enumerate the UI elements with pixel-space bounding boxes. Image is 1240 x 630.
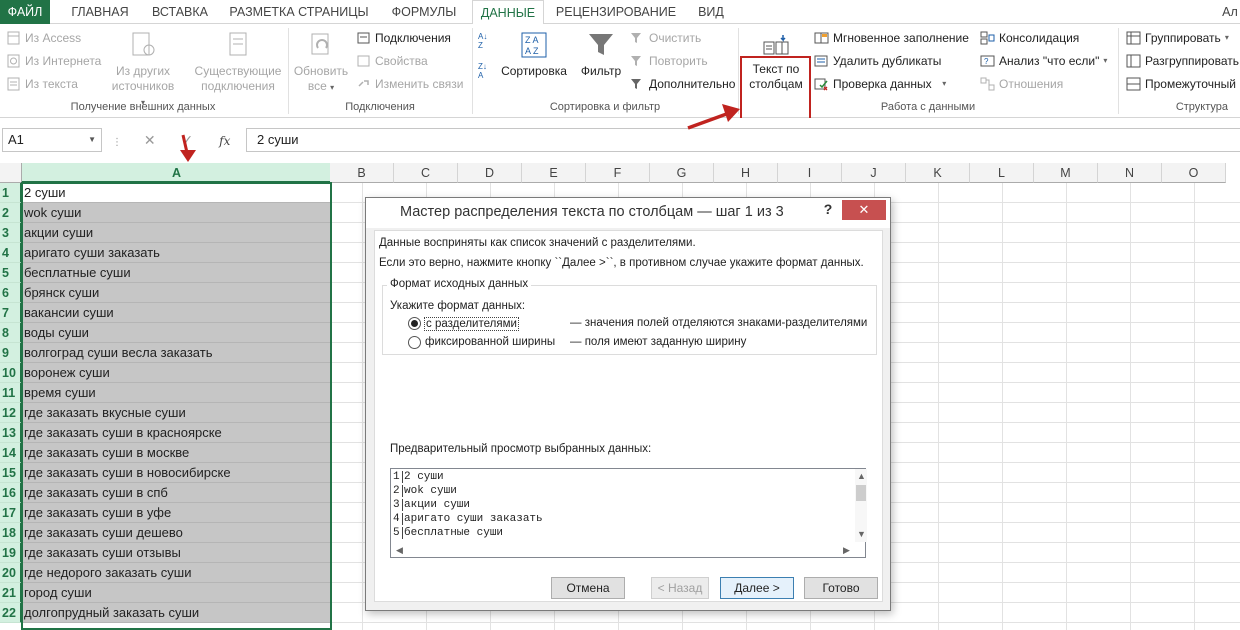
close-button[interactable]: ✕ [842, 200, 886, 220]
data-preview[interactable]: 12 суши 2 wok суши 3 акции суши 4 аригато суши… [390, 468, 867, 558]
scroll-thumb[interactable] [856, 485, 866, 501]
dialog-title: Мастер распределения текста по столбцам … [400, 204, 784, 220]
scroll-left-icon[interactable]: ◀ [396, 545, 403, 556]
preview-line-text: wok суши [404, 485, 457, 497]
preview-line-number: 5 [393, 527, 403, 539]
text-to-columns-wizard-dialog: Мастер распределения текста по столбцам … [365, 197, 891, 611]
scroll-right-icon[interactable]: ▶ [843, 545, 850, 556]
specify-format-label: Укажите формат данных: [390, 300, 526, 312]
fixed-width-label[interactable]: фиксированной ширины [425, 336, 555, 348]
annotation-arrow-ribbon [687, 110, 733, 130]
source-format-group: Формат исходных данных Укажите формат да… [382, 278, 877, 355]
preview-line: 4 аригато суши заказать [393, 513, 543, 525]
preview-line: 12 суши [393, 471, 444, 483]
preview-line: 5 бесплатные суши [393, 527, 503, 539]
preview-line-text: 2 суши [404, 471, 444, 483]
help-button[interactable]: ? [818, 201, 838, 223]
preview-line-text: акции суши [404, 499, 471, 511]
preview-line: 2 wok суши [393, 485, 457, 497]
preview-line-text: аригато суши заказать [404, 513, 543, 525]
preview-line-number: 2 [393, 485, 403, 497]
preview-line-number: 4 [393, 513, 403, 525]
instruction-message: Если это верно, нажмите кнопку ``Далее >… [379, 257, 864, 269]
cancel-button[interactable]: Отмена [551, 577, 625, 599]
detected-message: Данные восприняты как список значений с … [379, 237, 696, 249]
next-button[interactable]: Далее > [720, 577, 794, 599]
fixed-width-description: — поля имеют заданную ширину [570, 336, 747, 348]
source-format-legend: Формат исходных данных [387, 278, 532, 290]
preview-line-number: 3 [393, 499, 403, 511]
finish-button[interactable]: Готово [804, 577, 878, 599]
arrowhead-icon [180, 150, 196, 162]
delimited-label[interactable]: с разделителями [424, 317, 519, 331]
dialog-body: Данные восприняты как список значений с … [374, 230, 883, 602]
radio-delimited[interactable] [408, 317, 421, 330]
delimited-description: — значения полей отделяются знаками-разд… [570, 317, 868, 329]
preview-line-text: бесплатные суши [404, 527, 504, 539]
preview-label: Предварительный просмотр выбранных данны… [390, 443, 652, 455]
preview-line: 3 акции суши [393, 499, 470, 511]
scroll-down-icon[interactable]: ▼ [857, 529, 866, 539]
scroll-up-icon[interactable]: ▲ [857, 471, 866, 481]
dialog-titlebar[interactable]: Мастер распределения текста по столбцам … [366, 198, 890, 228]
preview-line-number: 1 [393, 471, 403, 483]
radio-fixed-width[interactable] [408, 336, 421, 349]
back-button[interactable]: < Назад [651, 577, 709, 599]
